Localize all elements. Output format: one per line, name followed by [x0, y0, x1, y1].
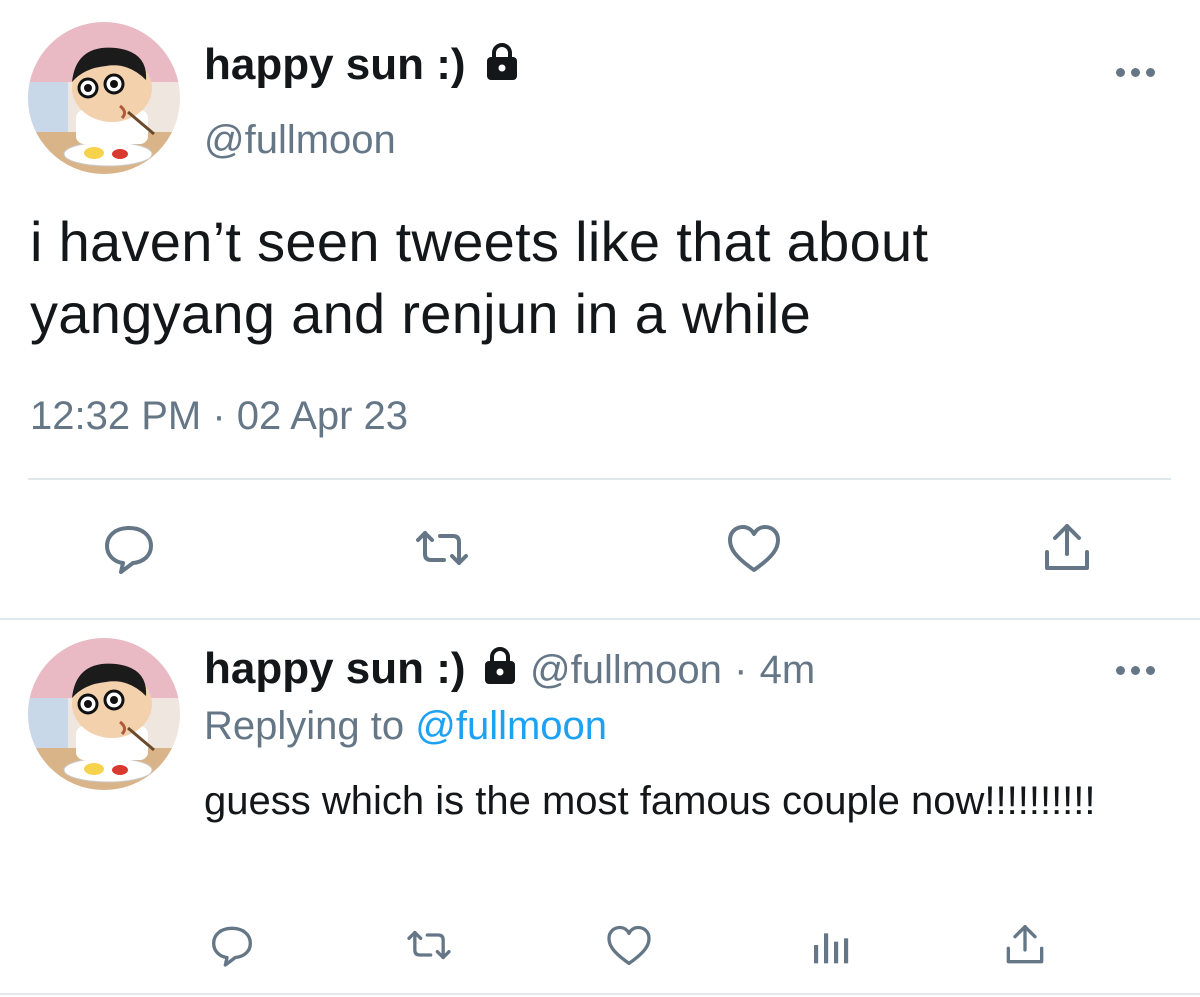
reply-text: guess which is the most famous couple no…	[204, 779, 1096, 823]
divider	[28, 478, 1171, 480]
reply-author-handle[interactable]: @fullmoon	[530, 648, 722, 692]
reply-author-line: happy sun :) @fullmoon · 4m	[204, 644, 815, 697]
separator: ·	[212, 394, 226, 438]
avatar-image	[28, 638, 180, 790]
lock-icon	[482, 646, 518, 697]
avatar-image	[28, 22, 180, 174]
share-icon[interactable]	[1037, 518, 1097, 578]
replying-to: Replying to @fullmoon	[204, 704, 607, 749]
separator: ·	[734, 648, 748, 692]
tweet-date: 02 Apr 23	[236, 394, 409, 438]
more-icon[interactable]	[1116, 62, 1160, 82]
tweet-timestamp[interactable]: 12:32 PM · 02 Apr 23	[30, 394, 408, 439]
reply-avatar[interactable]	[28, 638, 180, 790]
lock-icon	[484, 42, 520, 93]
reply-author-name[interactable]: happy sun :)	[204, 644, 466, 693]
replying-prefix: Replying to	[204, 704, 405, 748]
divider	[0, 993, 1200, 995]
author-handle[interactable]: @fullmoon	[204, 118, 396, 163]
avatar[interactable]	[28, 22, 180, 174]
analytics-icon[interactable]	[804, 920, 854, 970]
replying-mention[interactable]: @fullmoon	[415, 704, 607, 748]
tweet-text: i haven’t seen tweets like that about ya…	[30, 210, 929, 345]
reply-icon[interactable]	[207, 920, 257, 970]
reply-age: 4m	[759, 648, 816, 692]
author-line: happy sun :)	[204, 40, 520, 93]
share-icon[interactable]	[1000, 920, 1050, 970]
reply-icon[interactable]	[99, 518, 159, 578]
like-icon[interactable]	[724, 518, 784, 578]
retweet-icon[interactable]	[404, 920, 454, 970]
divider	[0, 618, 1200, 620]
author-name[interactable]: happy sun :)	[204, 40, 466, 89]
like-icon[interactable]	[604, 920, 654, 970]
retweet-icon[interactable]	[412, 518, 472, 578]
tweet-time: 12:32 PM	[30, 394, 202, 438]
more-icon[interactable]	[1116, 660, 1160, 680]
